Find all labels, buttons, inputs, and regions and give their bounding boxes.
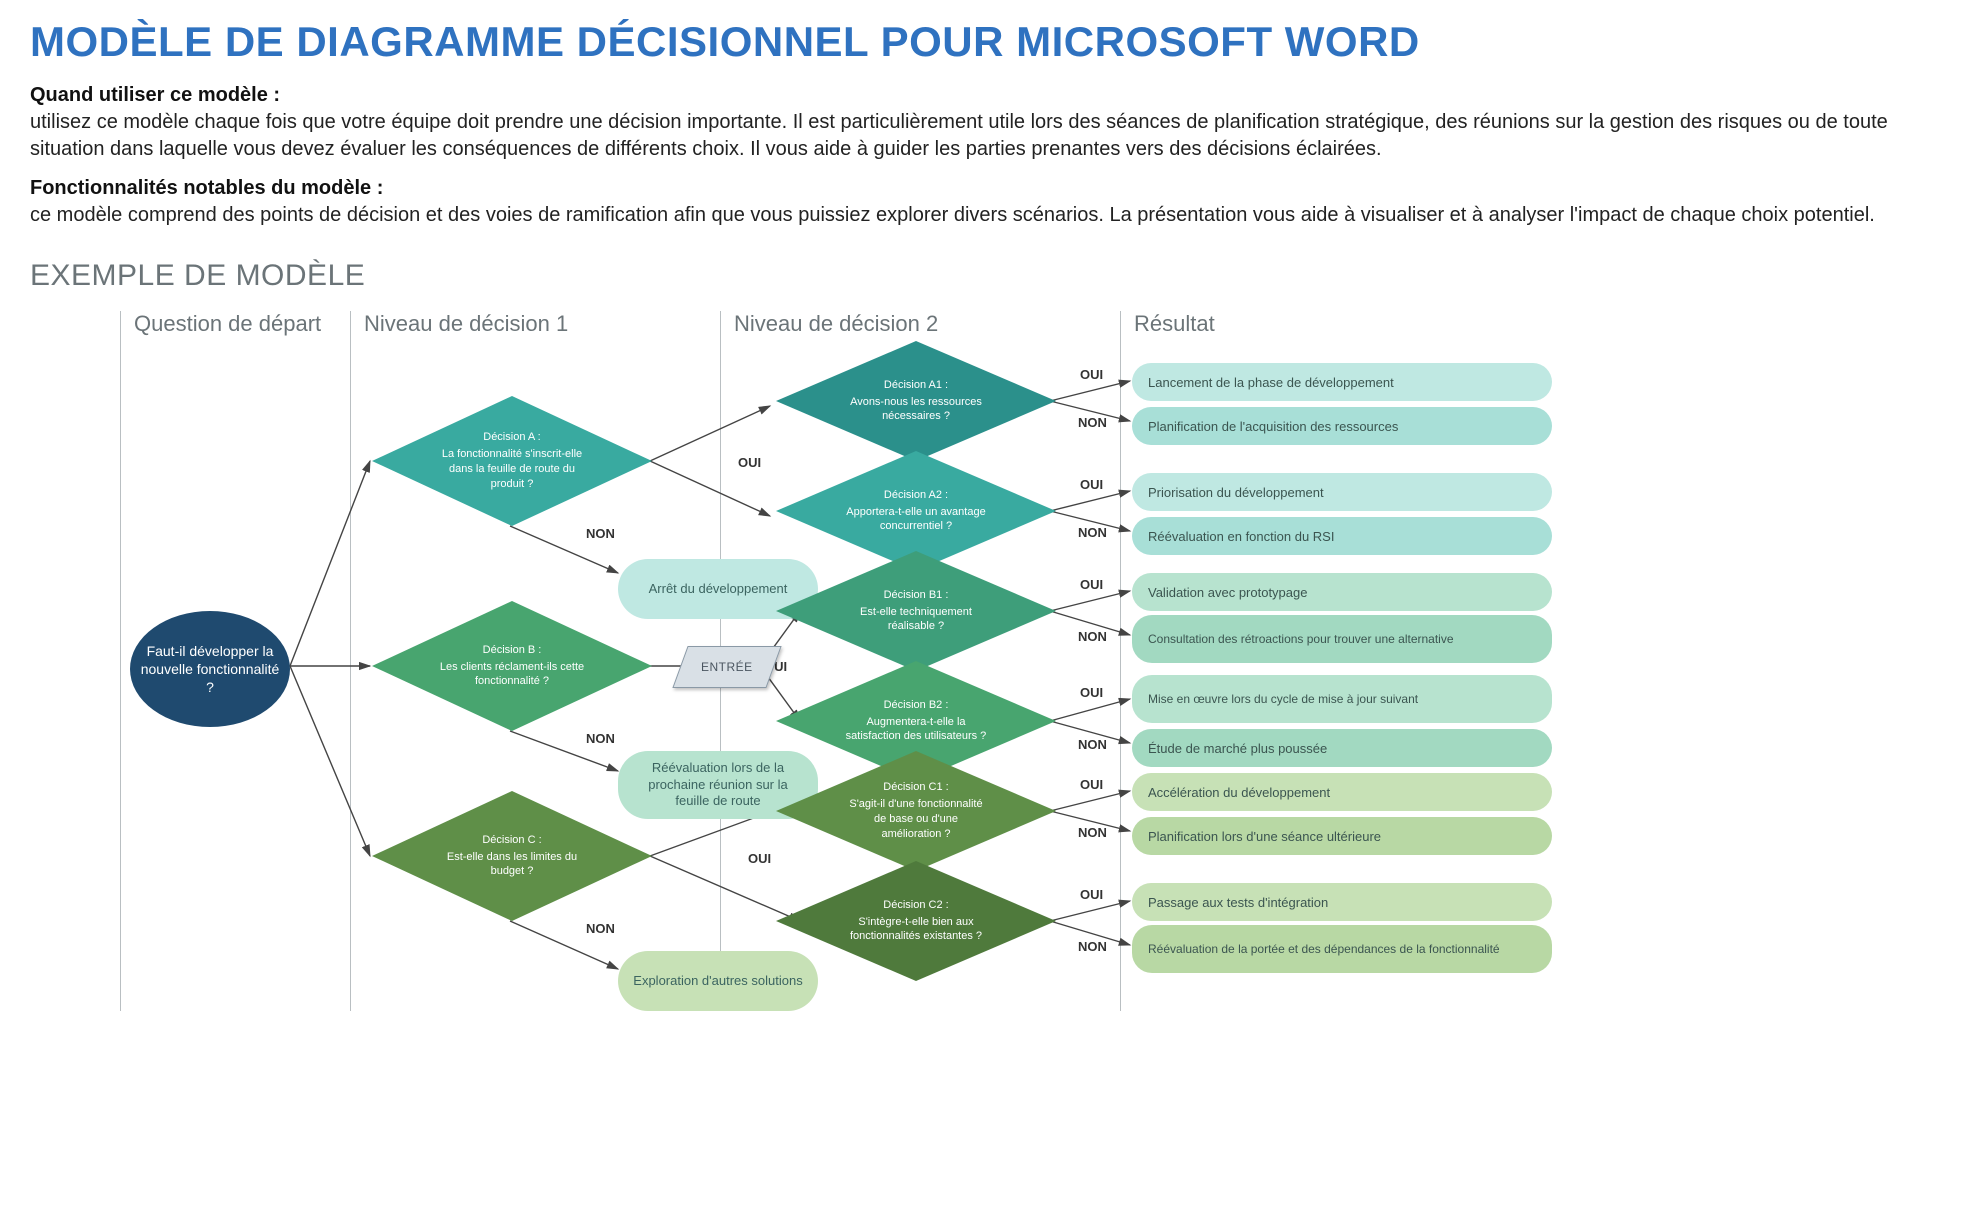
decision-a: Décision A :La fonctionnalité s'inscrit-…	[372, 396, 652, 526]
label-yes-b2: OUI	[1080, 685, 1103, 700]
label-yes-a: OUI	[738, 455, 761, 470]
label-yes-c2: OUI	[1080, 887, 1103, 902]
result-b1-yes: Validation avec prototypage	[1132, 573, 1552, 611]
when-label: Quand utiliser ce modèle :	[30, 84, 1946, 107]
result-b2-no: Étude de marché plus poussée	[1132, 729, 1552, 767]
start-question-text: Faut-il développer la nouvelle fonctionn…	[136, 642, 284, 697]
features-label: Fonctionnalités notables du modèle :	[30, 177, 1946, 200]
label-no-b: NON	[586, 731, 615, 746]
label-no-c2: NON	[1078, 939, 1107, 954]
features-body: ce modèle comprend des points de décisio…	[30, 202, 1930, 229]
entry-node: ENTRÉE	[672, 646, 781, 688]
label-yes-b1: OUI	[1080, 577, 1103, 592]
example-section-title: EXEMPLE DE MODÈLE	[30, 259, 1946, 293]
result-a1-no: Planification de l'acquisition des resso…	[1132, 407, 1552, 445]
decision-a1: Décision A1 :Avons-nous les ressources n…	[776, 341, 1056, 461]
when-body: utilisez ce modèle chaque fois que votre…	[30, 109, 1930, 163]
result-a2-yes: Priorisation du développement	[1132, 473, 1552, 511]
result-a2-no: Réévaluation en fonction du RSI	[1132, 517, 1552, 555]
label-yes-a2: OUI	[1080, 477, 1103, 492]
result-c1-yes: Accélération du développement	[1132, 773, 1552, 811]
page-title: MODÈLE DE DIAGRAMME DÉCISIONNEL POUR MIC…	[30, 18, 1946, 66]
label-no-a1: NON	[1078, 415, 1107, 430]
decision-diagram: Question de départ Niveau de décision 1 …	[120, 311, 1946, 1031]
label-no-b1: NON	[1078, 629, 1107, 644]
label-no-c1: NON	[1078, 825, 1107, 840]
decision-c2: Décision C2 :S'intègre-t-elle bien aux f…	[776, 861, 1056, 981]
result-c2-no: Réévaluation de la portée et des dépenda…	[1132, 925, 1552, 973]
start-question: Faut-il développer la nouvelle fonctionn…	[130, 611, 290, 727]
result-c2-yes: Passage aux tests d'intégration	[1132, 883, 1552, 921]
decision-b: Décision B :Les clients réclament-ils ce…	[372, 601, 652, 731]
decision-c1: Décision C1 :S'agit-il d'une fonctionnal…	[776, 751, 1056, 871]
decision-c: Décision C :Est-elle dans les limites du…	[372, 791, 652, 921]
label-yes-c1: OUI	[1080, 777, 1103, 792]
label-no-b2: NON	[1078, 737, 1107, 752]
entry-label: ENTRÉE	[701, 660, 753, 674]
label-yes-a1: OUI	[1080, 367, 1103, 382]
result-b1-no: Consultation des rétroactions pour trouv…	[1132, 615, 1552, 663]
result-a1-yes: Lancement de la phase de développement	[1132, 363, 1552, 401]
label-no-c: NON	[586, 921, 615, 936]
label-no-a: NON	[586, 526, 615, 541]
result-c1-no: Planification lors d'une séance ultérieu…	[1132, 817, 1552, 855]
label-no-a2: NON	[1078, 525, 1107, 540]
result-b2-yes: Mise en œuvre lors du cycle de mise à jo…	[1132, 675, 1552, 723]
decision-b1: Décision B1 :Est-elle techniquement réal…	[776, 551, 1056, 671]
label-yes-c: OUI	[748, 851, 771, 866]
